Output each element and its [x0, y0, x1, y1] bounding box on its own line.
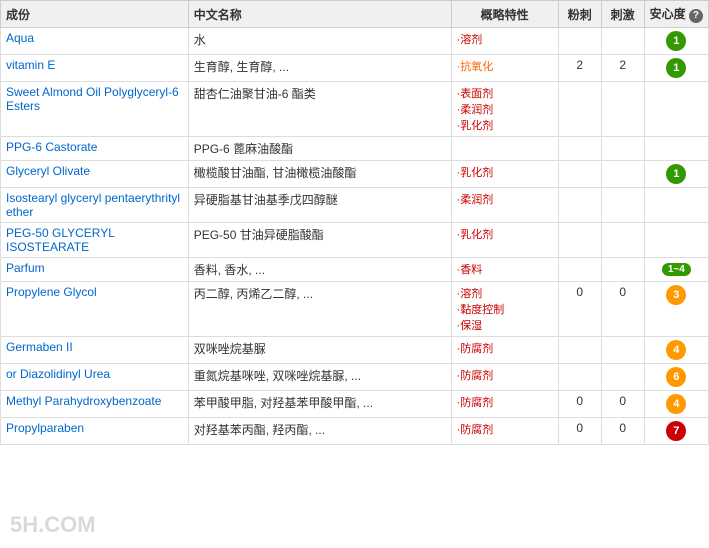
table-row-irritation: [601, 223, 644, 258]
help-icon[interactable]: ?: [689, 9, 703, 23]
table-row-safety: [644, 137, 708, 161]
table-row-ingredient: Parfum: [1, 258, 189, 282]
table-row-ingredient: PEG-50 GLYCERYL ISOSTEARATE: [1, 223, 189, 258]
table-row-chinese: 重氮烷基咪唑, 双咪唑烷基脲, ...: [188, 364, 451, 391]
table-row-chinese: PPG-6 蓖麻油酸酯: [188, 137, 451, 161]
table-row-safety: 4: [644, 391, 708, 418]
table-row-tags: ·抗氧化: [451, 55, 558, 82]
table-row-tags: ·乳化剂: [451, 223, 558, 258]
table-row-chinese: 甜杏仁油聚甘油-6 酯类: [188, 82, 451, 137]
table-row-ingredient: Methyl Parahydroxybenzoate: [1, 391, 189, 418]
table-row-irritation: [601, 82, 644, 137]
table-row-safety: [644, 188, 708, 223]
table-row-blackheads: [558, 82, 601, 137]
table-row-ingredient: Glyceryl Olivate: [1, 161, 189, 188]
table-row-blackheads: 0: [558, 391, 601, 418]
table-row-ingredient: Germaben II: [1, 337, 189, 364]
header-safety: 安心度 ?: [644, 1, 708, 28]
table-row-chinese: 双咪唑烷基脲: [188, 337, 451, 364]
table-row-blackheads: [558, 137, 601, 161]
table-row-chinese: 香料, 香水, ...: [188, 258, 451, 282]
table-row-blackheads: [558, 28, 601, 55]
table-row-tags: ·乳化剂: [451, 161, 558, 188]
table-row-ingredient: PPG-6 Castorate: [1, 137, 189, 161]
table-row-safety: 1~4: [644, 258, 708, 282]
table-row-safety: 1: [644, 55, 708, 82]
table-row-ingredient: Propylparaben: [1, 418, 189, 445]
table-row-tags: ·溶剂·黏度控制·保湿: [451, 282, 558, 337]
table-row-tags: ·防腐剂: [451, 391, 558, 418]
table-row-safety: 1: [644, 161, 708, 188]
table-row-chinese: PEG-50 甘油异硬脂酸酯: [188, 223, 451, 258]
table-row-blackheads: [558, 223, 601, 258]
table-row-ingredient: Sweet Almond Oil Polyglyceryl-6 Esters: [1, 82, 189, 137]
table-row-irritation: 0: [601, 282, 644, 337]
table-row-blackheads: 2: [558, 55, 601, 82]
table-row-blackheads: [558, 188, 601, 223]
table-row-blackheads: [558, 337, 601, 364]
table-row-tags: ·表面剂·柔润剂·乳化剂: [451, 82, 558, 137]
table-row-safety: 4: [644, 337, 708, 364]
table-row-blackheads: [558, 161, 601, 188]
table-row-blackheads: 0: [558, 418, 601, 445]
table-row-safety: 1: [644, 28, 708, 55]
table-row-blackheads: [558, 258, 601, 282]
table-row-irritation: [601, 364, 644, 391]
table-row-chinese: 橄榄酸甘油酯, 甘油橄榄油酸酯: [188, 161, 451, 188]
watermark: 5H.COM: [10, 512, 96, 538]
table-row-ingredient: Propylene Glycol: [1, 282, 189, 337]
header-ingredient: 成份: [1, 1, 189, 28]
table-row-chinese: 水: [188, 28, 451, 55]
table-row-irritation: [601, 188, 644, 223]
table-row-safety: 6: [644, 364, 708, 391]
table-row-chinese: 生育醇, 生育醇, ...: [188, 55, 451, 82]
header-properties: 概略特性: [451, 1, 558, 28]
table-row-tags: ·防腐剂: [451, 364, 558, 391]
table-row-ingredient: Aqua: [1, 28, 189, 55]
header-blackheads: 粉刺: [558, 1, 601, 28]
table-row-ingredient: or Diazolidinyl Urea: [1, 364, 189, 391]
table-row-safety: 7: [644, 418, 708, 445]
table-row-tags: ·香料: [451, 258, 558, 282]
table-row-chinese: 苯甲酸甲脂, 对羟基苯甲酸甲酯, ...: [188, 391, 451, 418]
table-row-irritation: 0: [601, 418, 644, 445]
header-chinese: 中文名称: [188, 1, 451, 28]
table-row-irritation: 2: [601, 55, 644, 82]
table-row-chinese: 丙二醇, 丙烯乙二醇, ...: [188, 282, 451, 337]
header-irritation: 刺激: [601, 1, 644, 28]
table-row-tags: [451, 137, 558, 161]
table-row-blackheads: 0: [558, 282, 601, 337]
table-row-safety: [644, 82, 708, 137]
table-row-tags: ·防腐剂: [451, 418, 558, 445]
table-row-ingredient: vitamin E: [1, 55, 189, 82]
table-row-chinese: 对羟基苯丙酯, 羟丙酯, ...: [188, 418, 451, 445]
table-row-irritation: [601, 137, 644, 161]
table-row-tags: ·柔润剂: [451, 188, 558, 223]
table-row-blackheads: [558, 364, 601, 391]
table-row-tags: ·防腐剂: [451, 337, 558, 364]
table-row-irritation: [601, 28, 644, 55]
table-row-ingredient: Isostearyl glyceryl pentaerythrityl ethe…: [1, 188, 189, 223]
table-row-safety: 3: [644, 282, 708, 337]
table-row-safety: [644, 223, 708, 258]
table-row-irritation: [601, 161, 644, 188]
table-row-tags: ·溶剂: [451, 28, 558, 55]
table-row-irritation: [601, 337, 644, 364]
table-row-irritation: [601, 258, 644, 282]
table-row-irritation: 0: [601, 391, 644, 418]
table-row-chinese: 异硬脂基甘油基季戊四醇醚: [188, 188, 451, 223]
